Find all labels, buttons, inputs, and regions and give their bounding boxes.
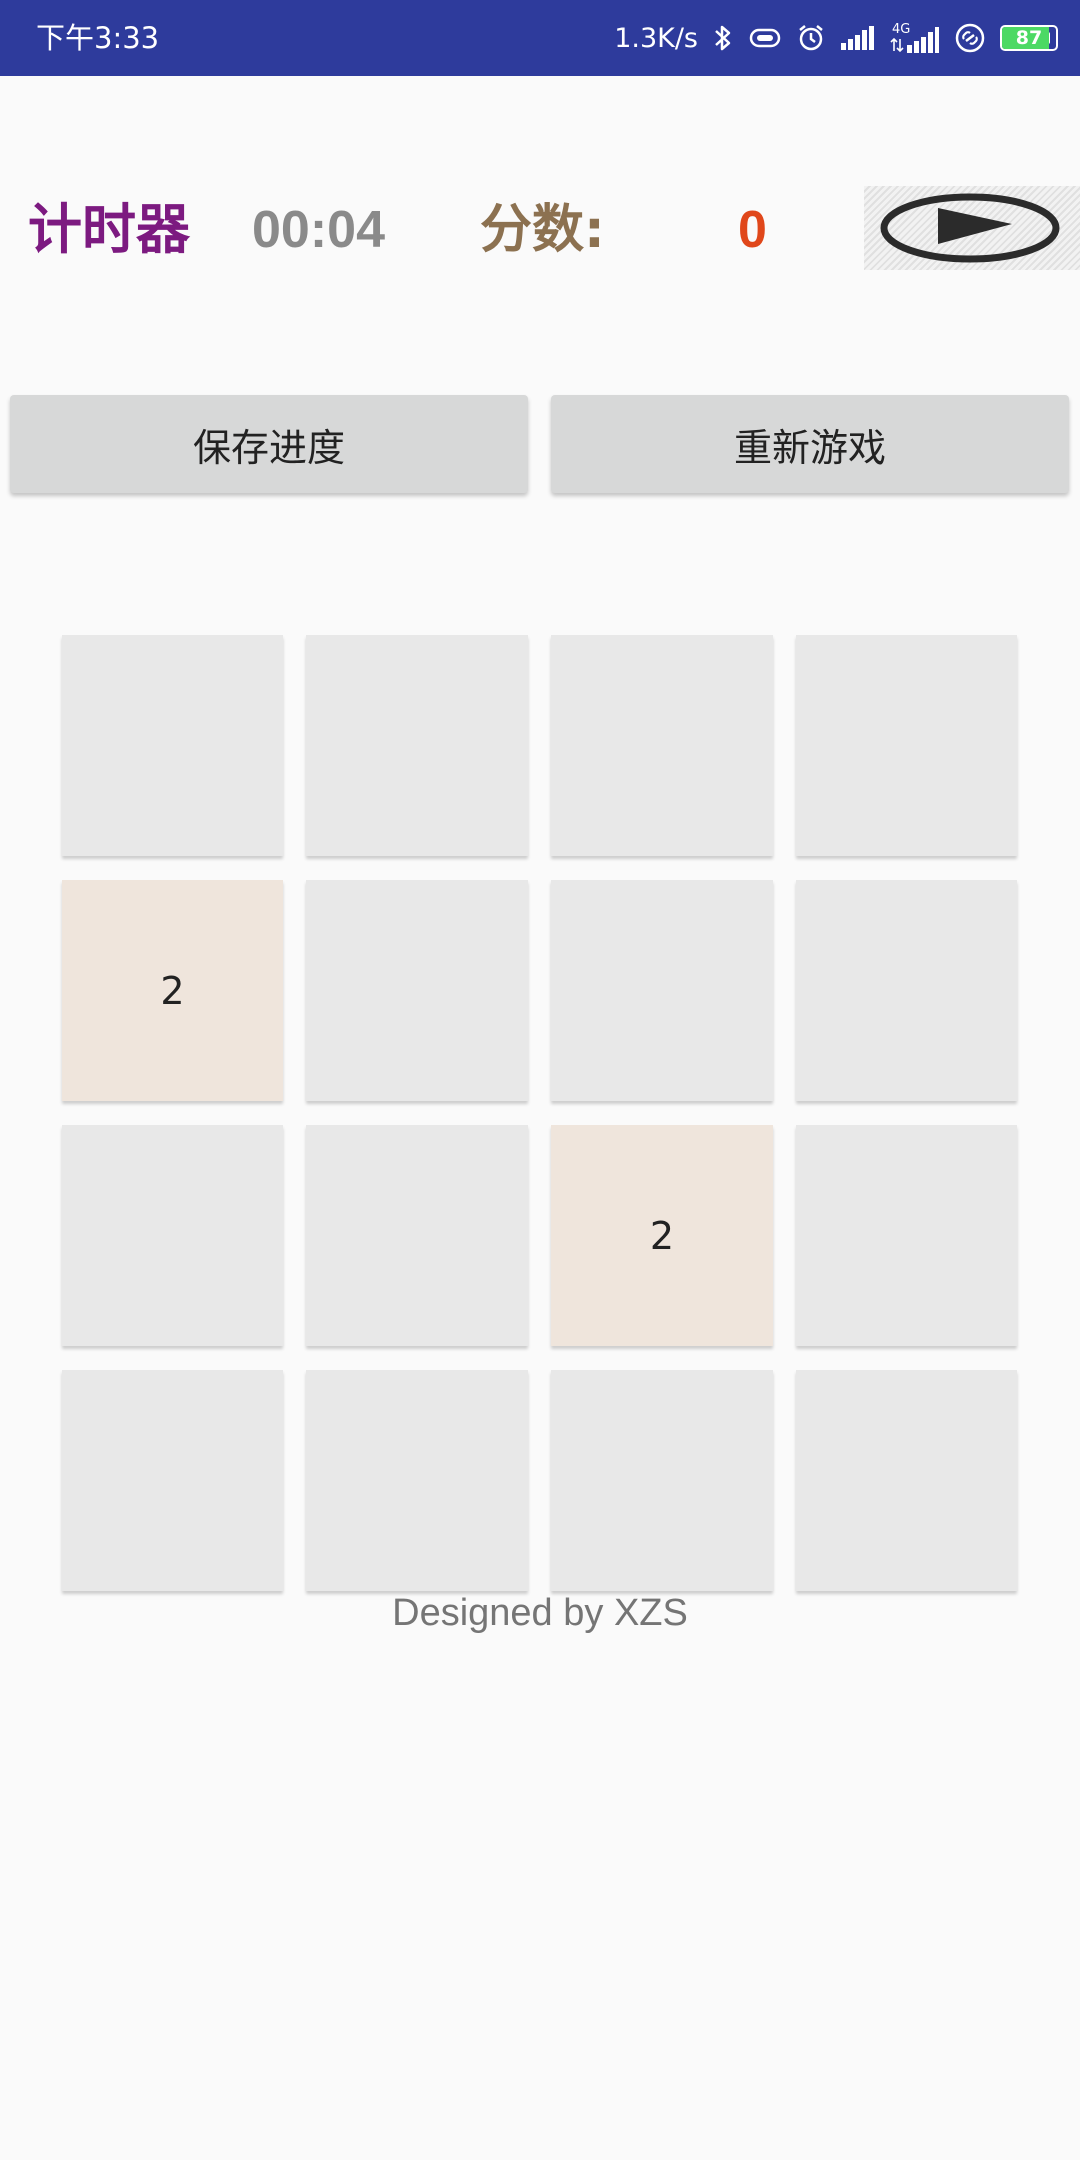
tile-empty	[62, 635, 283, 856]
tile-empty	[796, 1125, 1017, 1346]
tile-empty	[62, 1370, 283, 1591]
play-button[interactable]	[864, 186, 1080, 270]
battery-icon: 87	[1000, 25, 1058, 51]
link-icon	[954, 22, 986, 54]
tile-2: 2	[551, 1125, 773, 1346]
vibrate-icon	[748, 25, 782, 51]
restart-game-button[interactable]: 重新游戏	[551, 395, 1069, 493]
tile-empty	[796, 635, 1017, 856]
save-progress-button[interactable]: 保存进度	[10, 395, 528, 493]
header-row: 计时器 00:04 分数: 0	[0, 180, 1080, 280]
tile-empty	[551, 1370, 773, 1591]
score-label: 分数:	[480, 200, 605, 260]
status-icons: 1.3K/s 4G 87	[614, 0, 1058, 76]
status-bar: 下午3:33 1.3K/s 4G 87	[0, 0, 1080, 76]
tile-2: 2	[62, 880, 283, 1101]
alarm-icon	[796, 23, 826, 53]
tile-empty	[62, 1125, 283, 1346]
tile-empty	[796, 1370, 1017, 1591]
game-board[interactable]: 22	[62, 635, 1018, 1591]
tile-empty	[306, 880, 528, 1101]
tile-empty	[551, 880, 773, 1101]
network-speed: 1.3K/s	[614, 22, 698, 54]
status-time: 下午3:33	[36, 21, 160, 55]
battery-level: 87	[1015, 27, 1043, 49]
tile-empty	[796, 880, 1017, 1101]
play-icon	[880, 193, 1060, 263]
tile-empty	[306, 1125, 528, 1346]
tile-empty	[306, 635, 528, 856]
timer-value: 00:04	[252, 201, 385, 259]
network-type-label: 4G	[892, 22, 910, 37]
bluetooth-icon	[712, 23, 734, 53]
signal-icon	[840, 25, 876, 51]
footer-credit: Designed by XZS	[392, 1592, 688, 1634]
signal-4g-icon: 4G	[890, 21, 940, 55]
battery-body: 87	[1000, 25, 1058, 51]
score-value: 0	[738, 201, 767, 259]
tile-empty	[306, 1370, 528, 1591]
timer-label: 计时器	[28, 198, 190, 261]
tile-empty	[551, 635, 773, 856]
